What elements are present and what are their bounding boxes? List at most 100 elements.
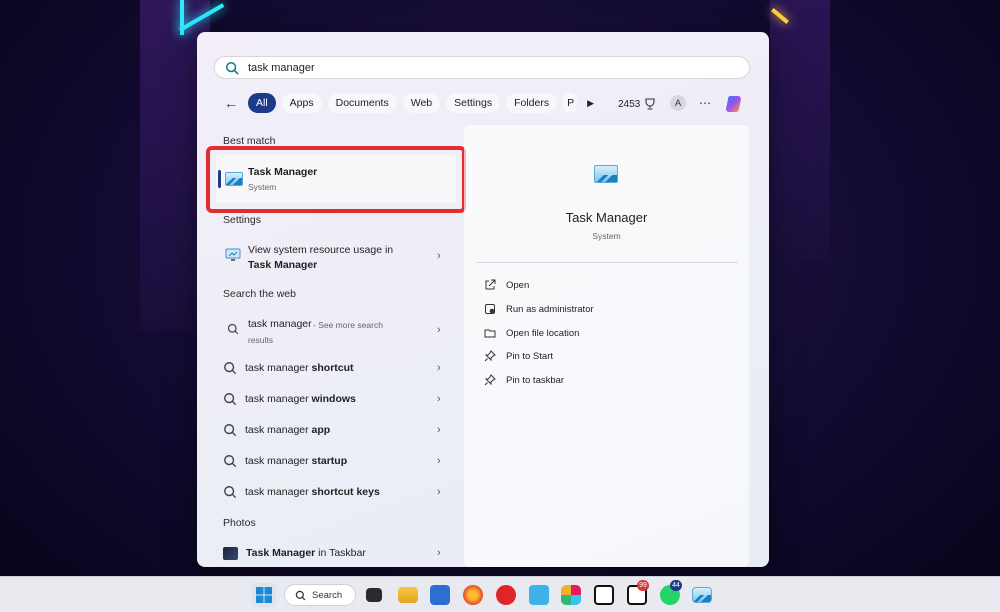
quick-assist-icon[interactable] xyxy=(529,585,549,605)
taskbar-search-label: Search xyxy=(312,589,343,601)
action-label: Run as administrator xyxy=(506,303,594,315)
search-icon xyxy=(224,455,237,468)
settings-result-line2: Task Manager xyxy=(248,259,318,271)
music-app-icon[interactable] xyxy=(496,585,516,605)
web-result-app[interactable]: task manager app xyxy=(223,420,445,440)
copilot-icon[interactable] xyxy=(724,93,746,115)
windows-logo-icon xyxy=(256,587,272,603)
action-label: Open xyxy=(506,279,530,291)
photos-heading: Photos xyxy=(223,517,256,529)
filter-web[interactable]: Web xyxy=(402,93,441,113)
settings-result-line1: View system resource usage in xyxy=(248,244,394,256)
folder-icon xyxy=(484,329,496,338)
file-explorer-icon[interactable] xyxy=(398,587,418,603)
task-manager-large-icon xyxy=(594,165,618,183)
more-options-icon[interactable]: ⋯ xyxy=(699,96,712,110)
detail-title: Task Manager xyxy=(565,210,648,225)
task-view-icon[interactable] xyxy=(366,588,382,602)
detail-pane: Task Manager System Open Run as administ… xyxy=(464,125,749,567)
web-result-bold: shortcut xyxy=(311,362,354,374)
filter-bar: ← All Apps Documents Web Settings Folder… xyxy=(223,93,594,113)
chevron-right-icon: › xyxy=(437,393,441,405)
web-result-prefix: task manager xyxy=(245,424,309,436)
chevron-right-icon: › xyxy=(437,455,441,467)
web-result-bold: startup xyxy=(311,455,348,467)
search-icon xyxy=(224,486,237,499)
detail-divider xyxy=(476,262,738,263)
settings-heading: Settings xyxy=(223,214,261,226)
wallpaper-building-right xyxy=(770,0,830,260)
action-label: Pin to Start xyxy=(506,350,553,362)
web-result-hint-line2: results xyxy=(248,335,274,345)
action-label: Open file location xyxy=(506,327,580,339)
notification-badge: 44 xyxy=(670,580,682,591)
filter-folders[interactable]: Folders xyxy=(506,93,558,113)
filter-all[interactable]: All xyxy=(248,93,276,113)
taskbar-search[interactable]: Search xyxy=(284,584,356,606)
action-label: Pin to taskbar xyxy=(506,374,565,386)
search-input[interactable] xyxy=(248,61,728,74)
action-run-as-admin[interactable]: Run as administrator xyxy=(484,301,594,317)
filter-documents[interactable]: Documents xyxy=(327,93,397,113)
notion-icon[interactable] xyxy=(594,585,614,605)
chevron-right-icon: › xyxy=(437,486,441,498)
web-result-hint: - See more search xyxy=(313,320,383,330)
action-open-file-location[interactable]: Open file location xyxy=(484,325,579,341)
rewards-points[interactable]: 2453 xyxy=(618,98,656,110)
taskbar: Search 99 44 xyxy=(0,576,1000,612)
web-result-prefix: task manager xyxy=(245,486,309,498)
account-avatar[interactable]: A xyxy=(670,95,686,111)
search-box[interactable] xyxy=(214,56,750,79)
pin-icon xyxy=(484,350,496,362)
microsoft-store-icon[interactable] xyxy=(430,585,450,605)
web-result-prefix: task manager xyxy=(245,393,309,405)
start-button[interactable] xyxy=(252,583,276,607)
filter-photos[interactable]: P xyxy=(563,93,578,113)
web-result-windows[interactable]: task manager windows xyxy=(223,389,445,409)
photo-thumbnail-icon xyxy=(223,546,238,560)
chevron-right-icon: › xyxy=(437,424,441,436)
web-result-bold: windows xyxy=(311,393,356,405)
chevron-right-icon: › xyxy=(437,250,441,262)
filter-apps[interactable]: Apps xyxy=(281,93,322,113)
action-open[interactable]: Open xyxy=(484,277,529,293)
action-pin-to-taskbar[interactable]: Pin to taskbar xyxy=(484,372,564,388)
chevron-right-icon: › xyxy=(437,324,441,336)
web-result-shortcut-keys[interactable]: task manager shortcut keys xyxy=(223,482,445,502)
firefox-icon[interactable] xyxy=(463,585,483,605)
web-result-bold: shortcut keys xyxy=(311,486,380,498)
search-web-heading: Search the web xyxy=(223,288,296,300)
photos-result-suffix: in Taskbar xyxy=(315,547,366,559)
open-icon xyxy=(485,279,496,290)
detail-subtitle: System xyxy=(592,231,621,241)
back-arrow-icon[interactable]: ← xyxy=(223,95,239,111)
search-icon xyxy=(224,393,237,406)
web-result-prefix: task manager xyxy=(245,455,309,467)
chevron-right-icon: › xyxy=(437,362,441,374)
web-result-bold: app xyxy=(311,424,331,436)
filter-settings[interactable]: Settings xyxy=(446,93,501,113)
shield-icon xyxy=(485,304,495,314)
pin-icon xyxy=(484,374,496,386)
search-icon xyxy=(224,362,237,375)
search-icon xyxy=(227,323,239,335)
photos-result[interactable]: Task Manager in Taskbar xyxy=(223,543,445,563)
chevron-right-icon: › xyxy=(437,547,441,559)
scroll-filters-play-icon[interactable]: ▶ xyxy=(587,98,594,109)
points-value: 2453 xyxy=(618,98,641,110)
start-search-panel: ← All Apps Documents Web Settings Folder… xyxy=(197,32,769,567)
notification-badge: 99 xyxy=(637,580,649,591)
web-result-prefix: task manager xyxy=(245,362,309,374)
monitor-settings-icon xyxy=(225,248,241,261)
red-highlight-box xyxy=(206,146,466,213)
action-pin-to-start[interactable]: Pin to Start xyxy=(484,348,553,364)
trophy-icon xyxy=(645,98,655,110)
slack-icon[interactable] xyxy=(561,585,581,605)
task-manager-icon[interactable] xyxy=(692,587,712,603)
photos-result-bold: Task Manager xyxy=(246,547,316,559)
search-icon xyxy=(295,590,306,600)
search-icon xyxy=(225,61,239,74)
search-icon xyxy=(224,424,237,437)
web-result-startup[interactable]: task manager startup xyxy=(223,451,445,471)
web-result-shortcut[interactable]: task manager shortcut xyxy=(223,358,445,378)
